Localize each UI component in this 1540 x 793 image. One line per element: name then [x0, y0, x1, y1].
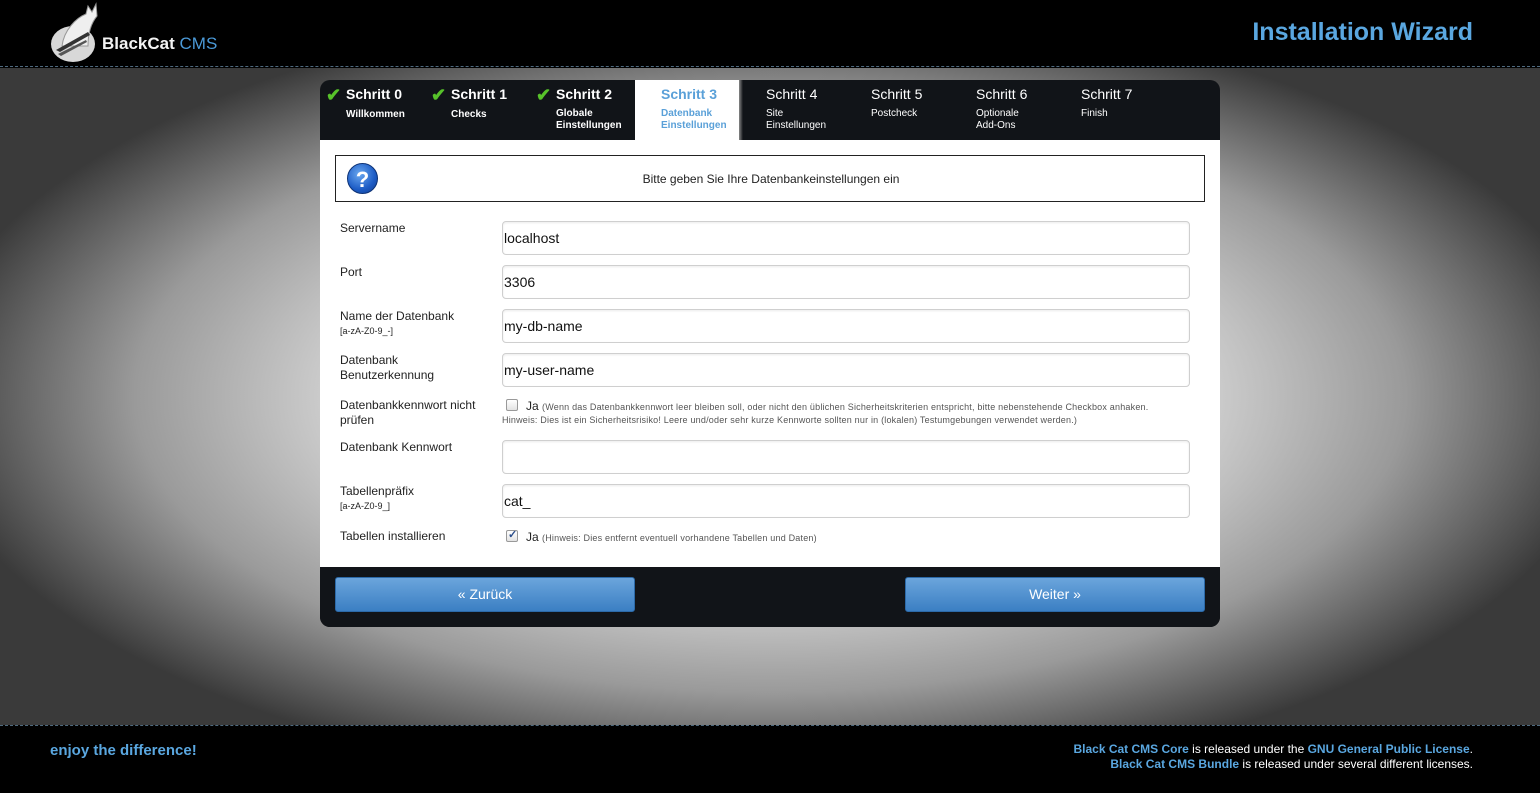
field-nocheck: Datenbankkennwort nicht prüfen Ja (Wenn …	[340, 398, 1190, 432]
field-install: Tabellen installieren Ja (Hinweis: Dies …	[340, 528, 1190, 549]
step-title: Schritt 7	[1081, 86, 1133, 102]
dbname-label-text: Name der Datenbank	[340, 309, 455, 323]
checkmark-icon: ✔	[326, 85, 342, 105]
step-5[interactable]: Schritt 5 Postcheck	[845, 80, 950, 140]
slogan: enjoy the difference!	[50, 742, 197, 759]
step-2[interactable]: ✔ Schritt 2 Globale Einstellungen	[530, 80, 635, 140]
step-navigation: ✔ Schritt 0 Willkommen ✔ Schritt 1 Check…	[320, 80, 1220, 140]
dbname-hint: [a-zA-Z0-9_-]	[340, 326, 394, 336]
prefix-label: Tabellenpräfix [a-zA-Z0-9_]	[340, 484, 500, 514]
step-subtitle: Willkommen	[346, 109, 405, 120]
dbpass-input[interactable]	[502, 440, 1190, 474]
logo[interactable]: BlackCat CMS	[48, 2, 238, 64]
step-subtitle: Optionale Add-Ons	[976, 108, 1019, 131]
install-label: Tabellen installieren	[340, 529, 446, 543]
nocheck-note-1: (Wenn das Datenbankkennwort leer bleiben…	[542, 402, 1149, 412]
nocheck-ja-text: Ja (Wenn das Datenbankkennwort leer blei…	[526, 399, 1148, 413]
black-cat-logo-icon	[51, 2, 98, 62]
dbuser-input[interactable]	[502, 353, 1190, 387]
license-line-1: Black Cat CMS Core is released under the…	[1073, 742, 1473, 757]
dbpass-label: Datenbank Kennwort	[340, 440, 453, 454]
core-link[interactable]: Black Cat CMS Core	[1073, 742, 1188, 756]
port-input[interactable]	[502, 265, 1190, 299]
gpl-link[interactable]: GNU General Public License	[1308, 742, 1470, 756]
info-text: Bitte geben Sie Ihre Datenbankeinstellun…	[642, 172, 900, 186]
info-box: ? Bitte geben Sie Ihre Datenbankeinstell…	[335, 155, 1205, 202]
step-3[interactable]: Schritt 3 Datenbank Einstellungen	[635, 80, 743, 140]
step-title: Schritt 5	[871, 86, 923, 102]
prefix-input[interactable]	[502, 484, 1190, 518]
button-bar: « Zurück Weiter »	[320, 567, 1220, 627]
step-subtitle: Datenbank Einstellungen	[661, 108, 727, 131]
next-button[interactable]: Weiter »	[905, 577, 1205, 612]
checkmark-icon: ✔	[431, 85, 447, 105]
step-0[interactable]: ✔ Schritt 0 Willkommen	[320, 80, 425, 140]
license-period: .	[1469, 742, 1473, 756]
dbname-input[interactable]	[502, 309, 1190, 343]
step-subtitle: Checks	[451, 109, 487, 120]
bundle-link[interactable]: Black Cat CMS Bundle	[1110, 757, 1239, 771]
license-line-2: Black Cat CMS Bundle is released under s…	[1073, 757, 1473, 772]
install-ja-text: Ja (Hinweis: Dies entfernt eventuell vor…	[526, 530, 817, 544]
step-7[interactable]: Schritt 7 Finish	[1055, 80, 1160, 140]
port-label: Port	[340, 265, 363, 279]
nocheck-checkbox[interactable]	[506, 399, 518, 411]
dbname-label: Name der Datenbank [a-zA-Z0-9_-]	[340, 309, 500, 339]
step-title: Schritt 1	[451, 86, 508, 102]
step-subtitle: Postcheck	[871, 108, 918, 119]
step-subtitle: Globale Einstellungen	[556, 108, 622, 131]
footer: enjoy the difference! Black Cat CMS Core…	[0, 725, 1540, 793]
core-text: is released under the	[1188, 742, 1308, 756]
form-content: ? Bitte geben Sie Ihre Datenbankeinstell…	[320, 140, 1220, 567]
back-button[interactable]: « Zurück	[335, 577, 635, 612]
step-title: Schritt 2	[556, 86, 613, 102]
logo-text-light: CMS	[179, 34, 218, 53]
wizard-panel: ✔ Schritt 0 Willkommen ✔ Schritt 1 Check…	[320, 80, 1220, 627]
step-1[interactable]: ✔ Schritt 1 Checks	[425, 80, 530, 140]
step-6[interactable]: Schritt 6 Optionale Add-Ons	[950, 80, 1055, 140]
prefix-hint: [a-zA-Z0-9_]	[340, 501, 391, 511]
step-4[interactable]: Schritt 4 Site Einstellungen	[740, 80, 845, 140]
step-title: Schritt 0	[346, 86, 403, 102]
step-title: Schritt 4	[766, 86, 818, 102]
step-subtitle: Site Einstellungen	[766, 108, 827, 131]
nocheck-note-2: Hinweis: Dies ist ein Sicherheitsrisiko!…	[502, 415, 1078, 425]
prefix-label-text: Tabellenpräfix	[340, 484, 415, 498]
checkmark-icon: ✔	[536, 85, 552, 105]
nocheck-label: Datenbankkennwort nicht prüfen	[340, 398, 476, 427]
page-title: Installation Wizard	[1252, 18, 1473, 46]
logo-text-bold: BlackCat	[102, 34, 175, 53]
install-note: (Hinweis: Dies entfernt eventuell vorhan…	[542, 533, 817, 543]
nocheck-ja: Ja	[526, 399, 539, 413]
header: BlackCat CMS Installation Wizard	[0, 0, 1540, 67]
servername-input[interactable]	[502, 221, 1190, 255]
step-title: Schritt 6	[976, 86, 1028, 102]
license-text: Black Cat CMS Core is released under the…	[1073, 742, 1473, 772]
dbuser-label: Datenbank Benutzerkennung	[340, 353, 435, 382]
servername-label: Servername	[340, 221, 406, 235]
install-ja: Ja	[526, 530, 539, 544]
step-subtitle: Finish	[1081, 108, 1108, 119]
install-checkbox[interactable]	[506, 528, 518, 542]
bundle-text: is released under several different lice…	[1239, 757, 1473, 771]
logo-text: BlackCat CMS	[102, 34, 217, 54]
step-title: Schritt 3	[661, 86, 718, 102]
